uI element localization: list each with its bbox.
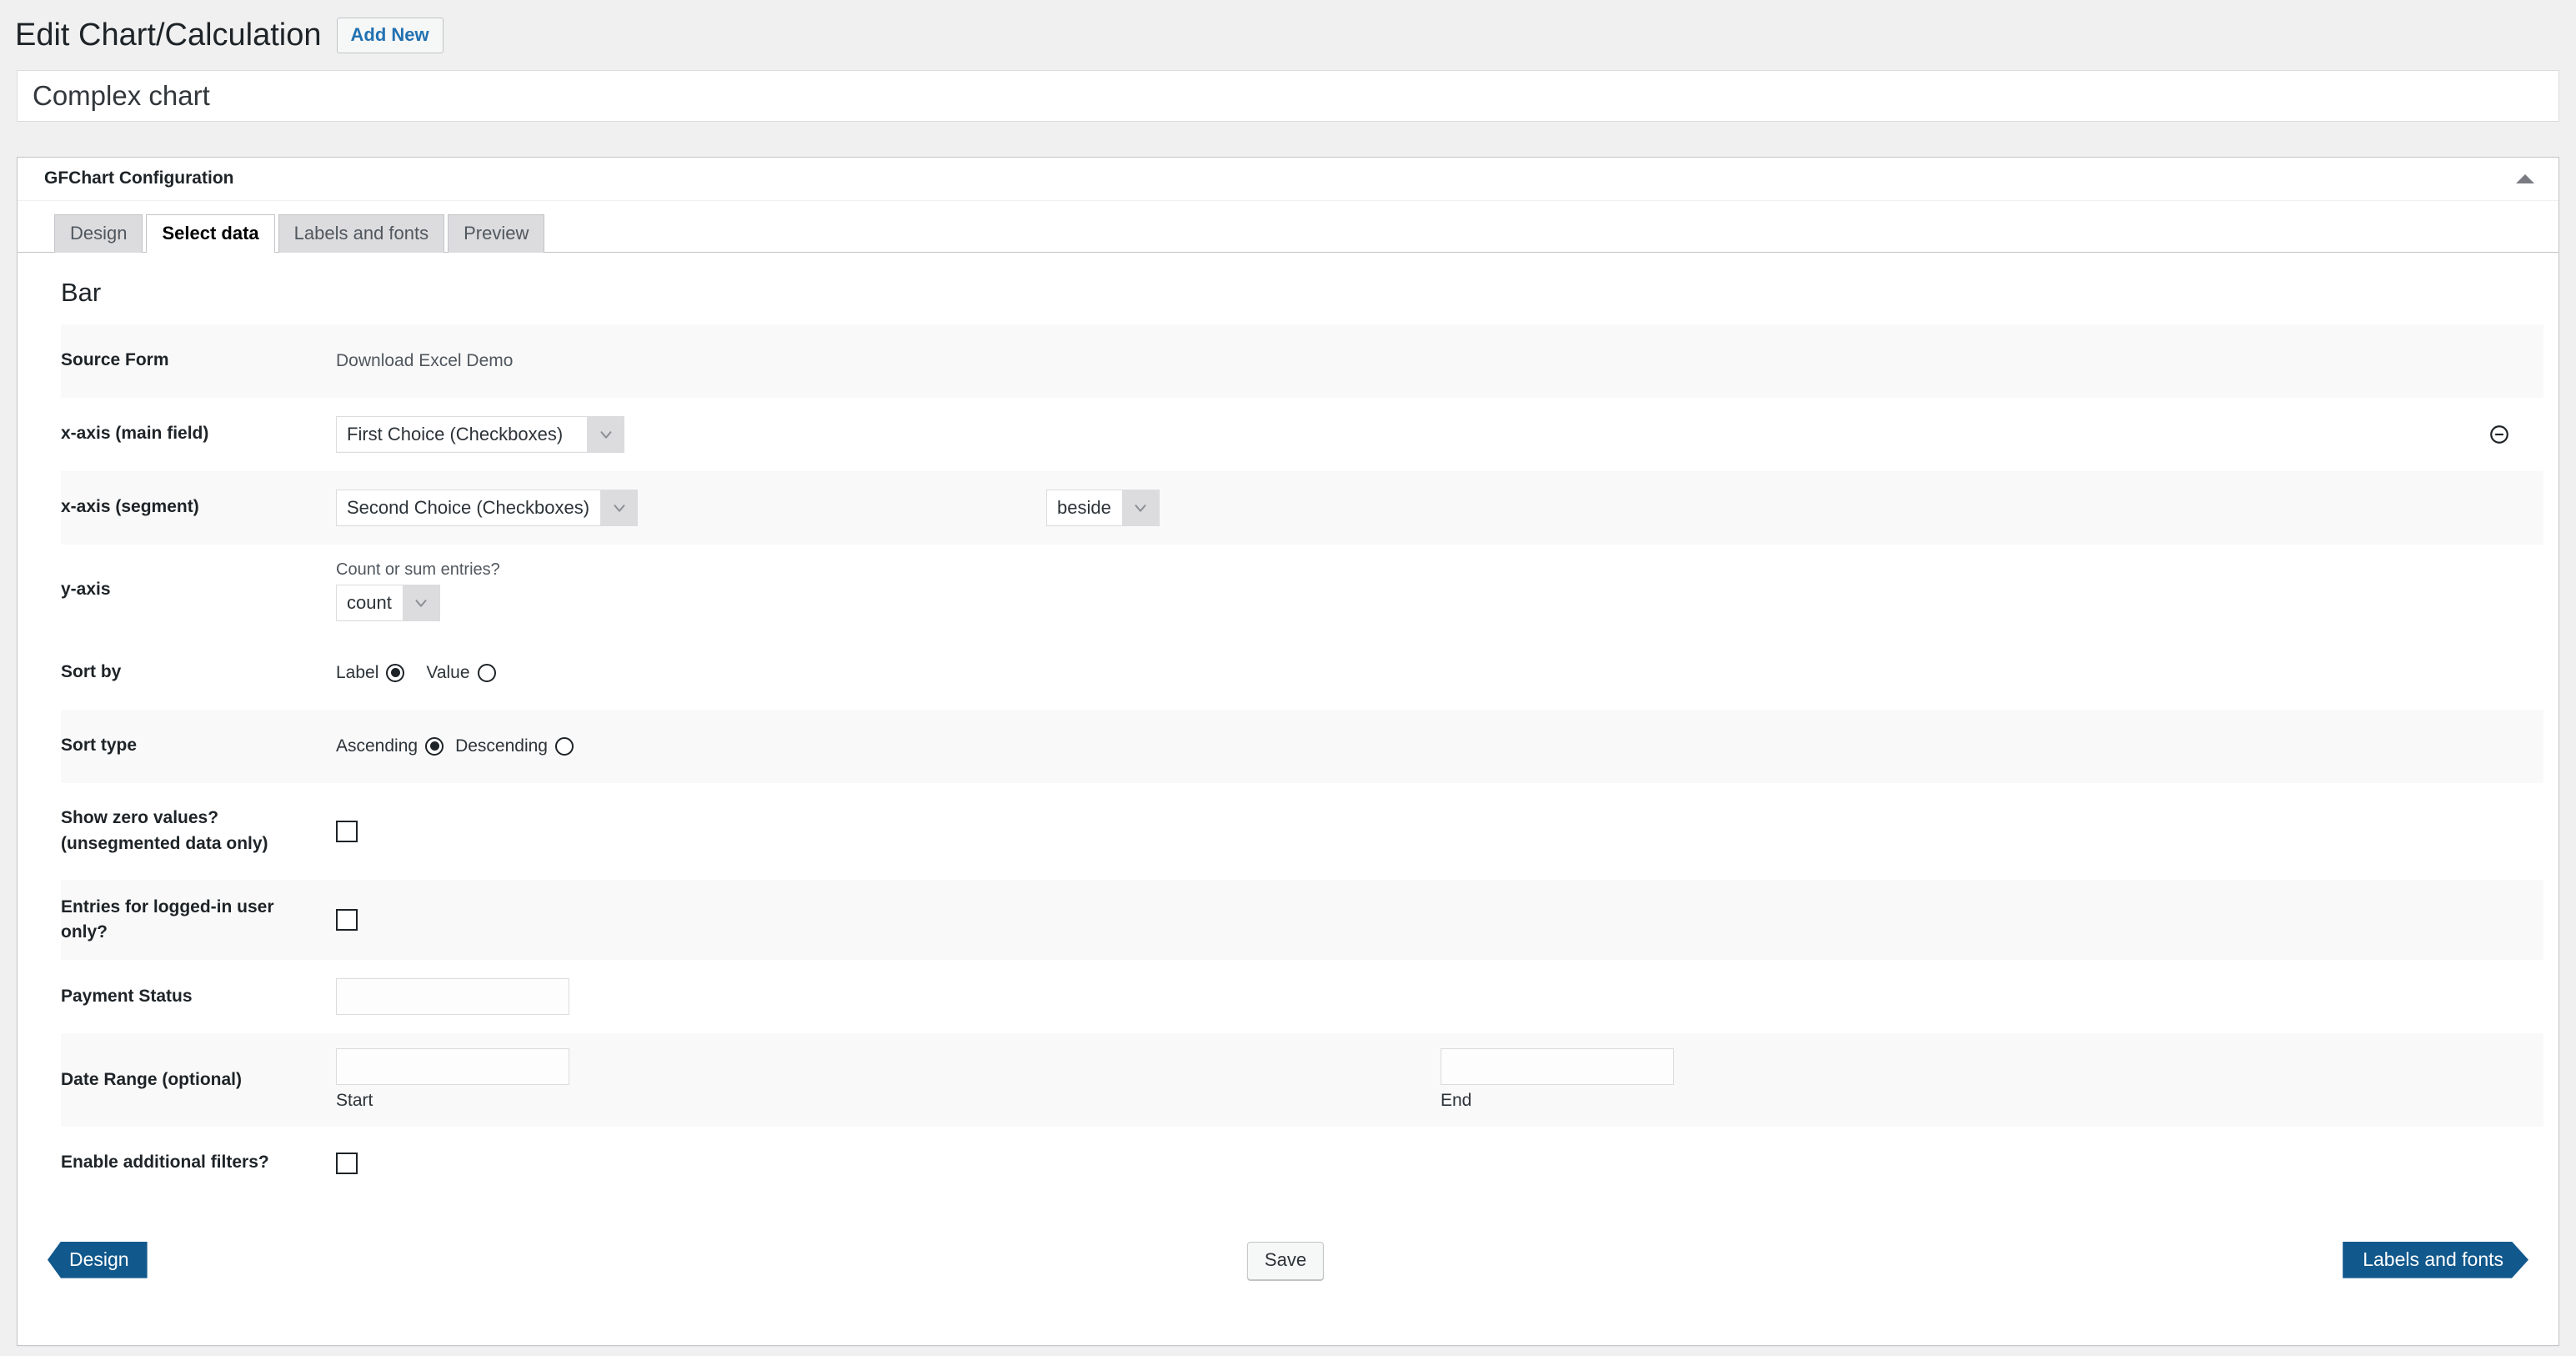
x-axis-segment-select-value: Second Choice (Checkboxes): [347, 496, 590, 518]
logged-in-only-label: Entries for logged-in user only?: [61, 896, 274, 942]
checkbox-logged-in-only[interactable]: [336, 909, 358, 932]
x-axis-main-select-value: First Choice (Checkboxes): [347, 423, 564, 444]
segment-mode-select[interactable]: beside: [1046, 489, 1160, 526]
x-axis-main-label: x-axis (main field): [61, 424, 209, 444]
additional-filters-label: Enable additional filters?: [61, 1153, 269, 1173]
sort-by-option-label-text: Label: [336, 662, 379, 682]
chart-title-input[interactable]: [17, 69, 2559, 122]
panel-footer-nav: Design Save Labels and fonts: [18, 1230, 2558, 1307]
chevron-down-icon: [1121, 490, 1159, 525]
metabox-header: GFChart Configuration: [18, 158, 2558, 201]
y-axis-select[interactable]: count: [336, 584, 440, 621]
date-range-start-block: Start: [336, 1048, 569, 1111]
row-sort-type: Sort type Ascending Descending: [61, 709, 2543, 783]
show-zero-values-label: Show zero values? (unsegmented data only…: [61, 808, 268, 853]
metabox-title: GFChart Configuration: [44, 168, 234, 188]
gfchart-configuration-panel: GFChart Configuration Design Select data…: [17, 156, 2559, 1346]
tab-design[interactable]: Design: [54, 213, 143, 253]
row-x-axis-segment: x-axis (segment) Second Choice (Checkbox…: [61, 470, 2543, 545]
chart-title-wrap: [17, 69, 2559, 122]
radio-sort-type-descending[interactable]: [554, 736, 574, 756]
source-form-value: Download Excel Demo: [336, 350, 514, 370]
tab-select-data[interactable]: Select data: [146, 213, 275, 254]
y-axis-select-value: count: [347, 591, 392, 613]
prev-step-design-button[interactable]: Design: [48, 1241, 148, 1278]
sort-type-label: Sort type: [61, 736, 138, 756]
triangle-up-glyph: [2516, 173, 2534, 183]
next-step-labels-and-fonts-button[interactable]: Labels and fonts: [2343, 1242, 2528, 1278]
sort-type-option-ascending[interactable]: Ascending: [336, 736, 444, 756]
select-data-form: Source Form Download Excel Demo x-axis (…: [61, 324, 2543, 1200]
chevron-down-icon: [600, 490, 638, 525]
x-axis-segment-select[interactable]: Second Choice (Checkboxes): [336, 489, 639, 526]
date-range-end-block: End: [1441, 1048, 1674, 1111]
x-axis-main-select[interactable]: First Choice (Checkboxes): [336, 415, 624, 453]
save-button[interactable]: Save: [1246, 1241, 1325, 1280]
tab-labels-and-fonts[interactable]: Labels and fonts: [278, 213, 445, 253]
chart-type-heading: Bar: [61, 277, 102, 307]
minus-circle-icon[interactable]: [2485, 420, 2513, 449]
sort-by-option-value[interactable]: Value: [426, 662, 496, 683]
radio-sort-type-ascending[interactable]: [425, 736, 444, 756]
y-axis-hint: Count or sum entries?: [336, 560, 500, 579]
page-title: Edit Chart/Calculation: [15, 18, 322, 53]
triangle-up-icon[interactable]: [2505, 158, 2545, 200]
radio-sort-by-value[interactable]: [477, 663, 496, 682]
page-header: Edit Chart/Calculation Add New: [0, 0, 2576, 63]
sort-type-option-descending-text: Descending: [455, 736, 548, 756]
sort-by-label: Sort by: [61, 662, 122, 682]
date-range-end-input[interactable]: [1441, 1048, 1674, 1086]
radio-sort-by-label[interactable]: [386, 663, 405, 682]
sort-by-option-label[interactable]: Label: [336, 662, 405, 683]
select-data-panel: Bar Source Form Download Excel Demo x-ax…: [18, 253, 2558, 1345]
segment-mode-select-value: beside: [1057, 496, 1111, 518]
row-logged-in-only: Entries for logged-in user only?: [61, 879, 2543, 961]
date-range-start-input[interactable]: [336, 1048, 569, 1086]
payment-status-input[interactable]: [336, 978, 569, 1016]
sort-type-option-ascending-text: Ascending: [336, 736, 418, 756]
checkbox-additional-filters[interactable]: [336, 1152, 358, 1174]
checkbox-show-zero-values[interactable]: [336, 820, 358, 842]
chevron-down-icon: [402, 585, 439, 620]
y-axis-label: y-axis: [61, 580, 111, 600]
sort-type-option-descending[interactable]: Descending: [455, 736, 574, 756]
date-range-end-sublabel: End: [1441, 1091, 1472, 1111]
payment-status-label: Payment Status: [61, 987, 193, 1007]
sort-by-option-value-text: Value: [426, 662, 470, 682]
row-additional-filters: Enable additional filters?: [61, 1127, 2543, 1200]
row-date-range: Date Range (optional) Start End: [61, 1033, 2543, 1127]
row-x-axis-main: x-axis (main field) First Choice (Checkb…: [61, 398, 2543, 471]
source-form-label: Source Form: [61, 350, 169, 370]
row-source-form: Source Form Download Excel Demo: [61, 324, 2543, 398]
date-range-label: Date Range (optional): [61, 1069, 243, 1089]
x-axis-segment-label: x-axis (segment): [61, 497, 199, 517]
row-y-axis: y-axis Count or sum entries? count: [61, 545, 2543, 636]
tab-preview[interactable]: Preview: [448, 213, 545, 253]
chevron-down-icon: [587, 416, 624, 452]
date-range-start-sublabel: Start: [336, 1091, 373, 1111]
row-payment-status: Payment Status: [61, 960, 2543, 1033]
row-sort-by: Sort by Label Value: [61, 636, 2543, 710]
tab-bar: Design Select data Labels and fonts Prev…: [18, 201, 2558, 254]
row-show-zero-values: Show zero values? (unsegmented data only…: [61, 783, 2543, 880]
add-new-button[interactable]: Add New: [336, 18, 444, 54]
